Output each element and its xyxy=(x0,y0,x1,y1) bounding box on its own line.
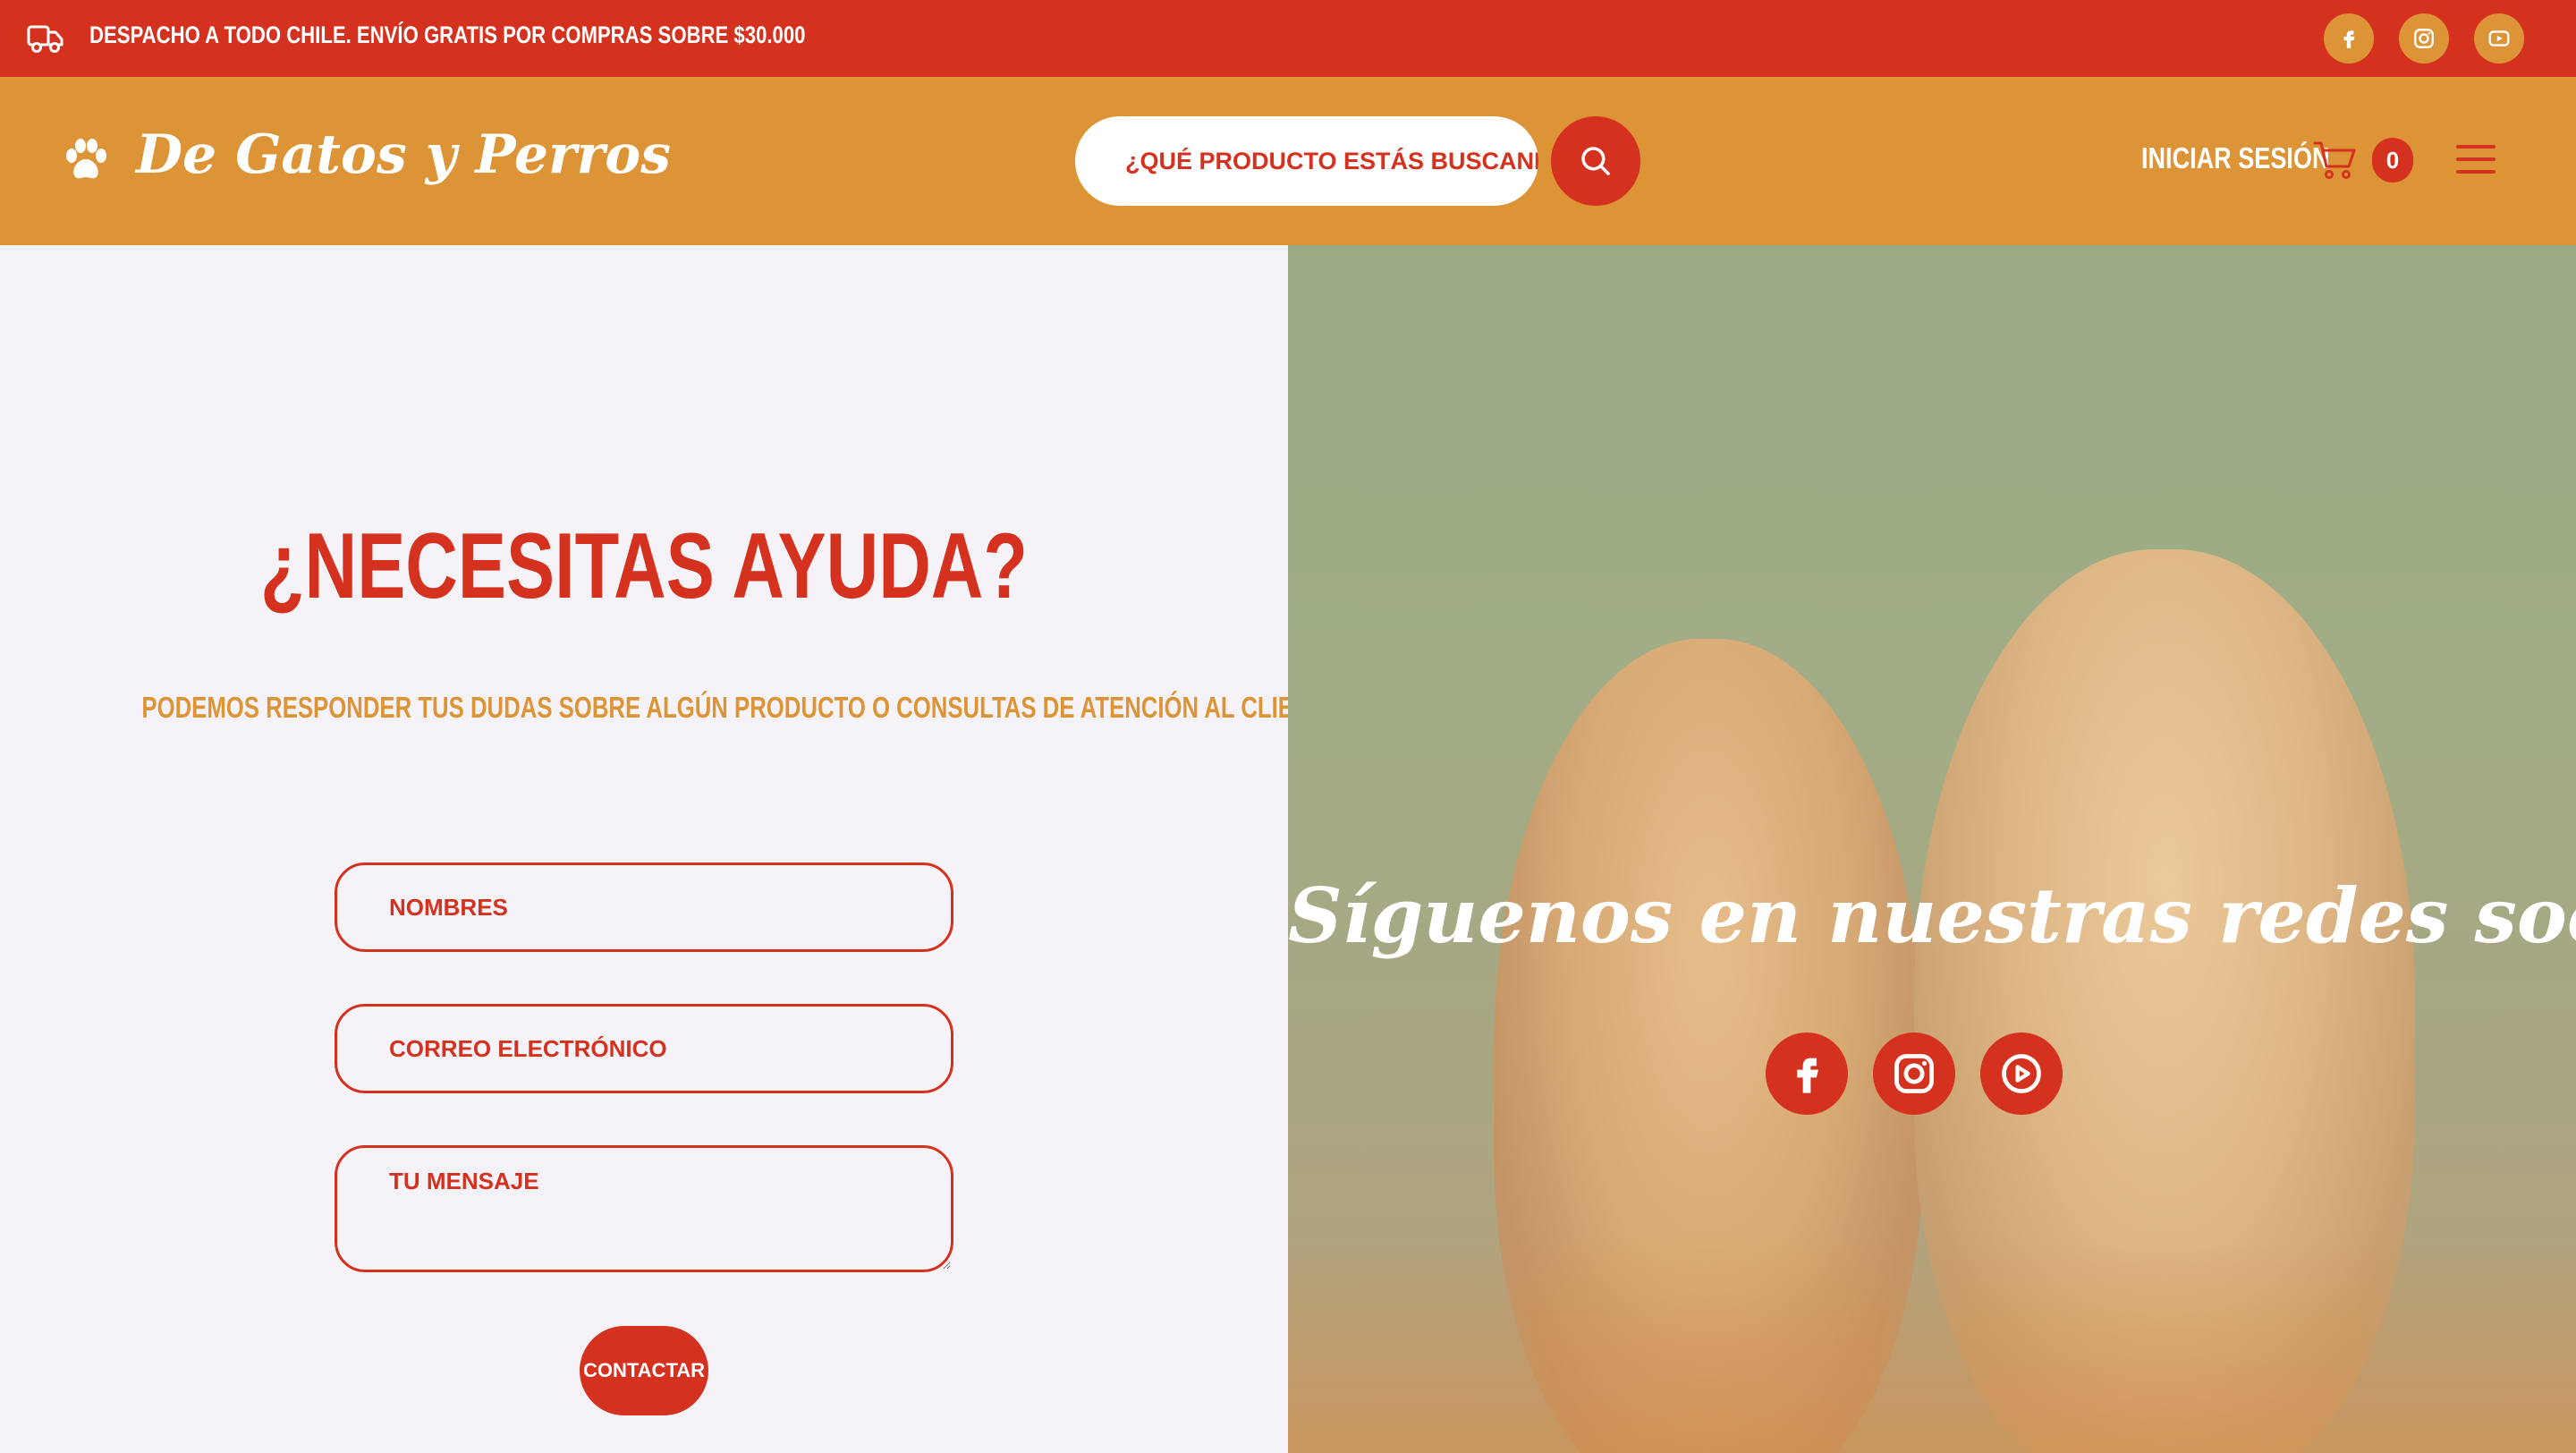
search-icon xyxy=(1581,147,1610,175)
follow-us-heading: Síguenos en nuestras redes sociales xyxy=(1288,871,2576,960)
hamburger-menu-icon[interactable] xyxy=(2456,141,2496,177)
contact-title: ¿NECESITAS AYUDA? xyxy=(260,514,1028,618)
search-button[interactable] xyxy=(1551,116,1640,206)
youtube-link-large[interactable] xyxy=(1980,1032,2063,1115)
instagram-link-large[interactable] xyxy=(1873,1032,1955,1115)
contact-section: ¿NECESITAS AYUDA? PODEMOS RESPONDER TUS … xyxy=(0,245,1513,1453)
facebook-link[interactable] xyxy=(2324,13,2374,64)
facebook-link-large[interactable] xyxy=(1766,1032,1848,1115)
instagram-link[interactable] xyxy=(2399,13,2449,64)
contact-subtitle: PODEMOS RESPONDER TUS DUDAS SOBRE ALGÚN … xyxy=(141,691,1513,724)
truck-icon xyxy=(27,25,64,53)
flower-field xyxy=(1288,1229,2576,1453)
youtube-icon xyxy=(2002,1054,2041,1093)
login-link[interactable]: INICIAR SESIÓN xyxy=(2141,141,2329,175)
shipping-announcement: DESPACHO A TODO CHILE. ENVÍO GRATIS POR … xyxy=(89,21,806,48)
facebook-icon xyxy=(2343,30,2355,48)
top-announcement-bar: DESPACHO A TODO CHILE. ENVÍO GRATIS POR … xyxy=(0,0,2576,77)
youtube-icon xyxy=(2488,30,2510,47)
facebook-icon xyxy=(1797,1058,1818,1093)
site-logo[interactable]: De Gatos y Perros xyxy=(136,123,671,186)
puppies-hero-image: Síguenos en nuestras redes sociales xyxy=(1288,245,2576,1453)
youtube-link[interactable] xyxy=(2474,13,2524,64)
email-field[interactable] xyxy=(335,1004,953,1093)
message-field[interactable] xyxy=(335,1145,953,1272)
paw-icon xyxy=(66,139,106,179)
instagram-icon xyxy=(2414,29,2434,48)
instagram-icon xyxy=(1894,1054,1934,1093)
name-field[interactable] xyxy=(335,862,953,952)
site-header: De Gatos y Perros INICIAR SESIÓN 0 xyxy=(0,77,2576,245)
cart-icon[interactable] xyxy=(2313,140,2358,181)
cart-count-badge[interactable]: 0 xyxy=(2372,138,2413,183)
contact-submit-button[interactable]: CONTACTAR xyxy=(580,1326,708,1415)
search-input[interactable] xyxy=(1075,116,1538,206)
